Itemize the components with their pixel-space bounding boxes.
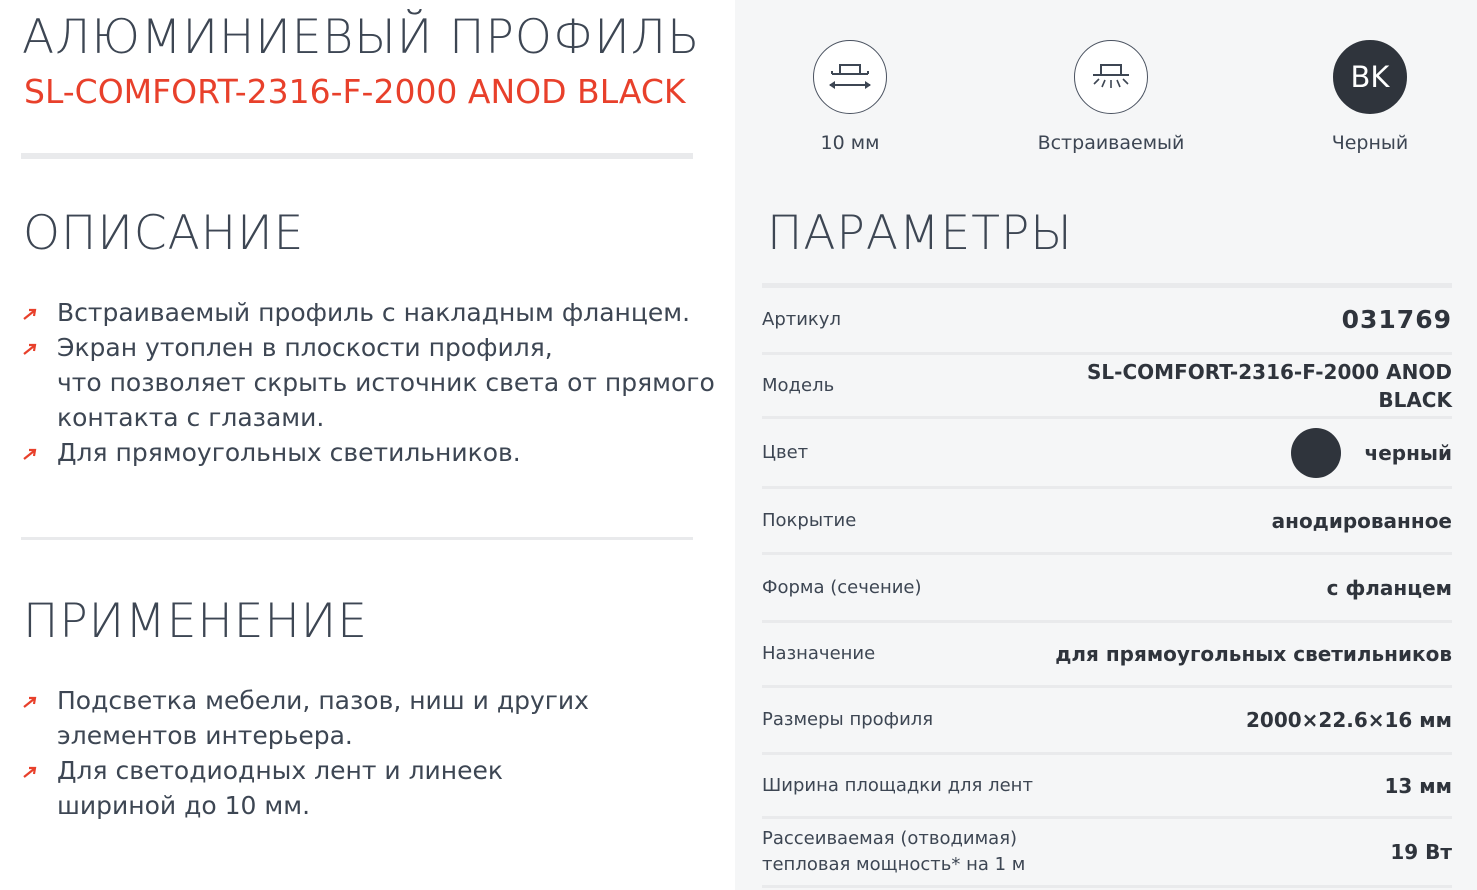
- application-item: Для светодиодных лент и линеек шириной д…: [22, 753, 589, 823]
- section-divider: [21, 537, 693, 540]
- param-row-strip-width: Ширина площадки для лент 13 мм: [762, 755, 1452, 819]
- param-label: Цвет: [762, 441, 809, 463]
- description-item: Для прямоугольных светильников.: [22, 435, 715, 470]
- param-value: 2000×22.6×16 мм: [1245, 708, 1452, 732]
- feature-color: BK Черный: [1270, 40, 1470, 154]
- param-label: Рассеиваемая (отводимая) тепловая мощнос…: [762, 826, 1025, 878]
- param-value: для прямоугольных светильников: [1055, 642, 1452, 666]
- param-row-heat-dissipation: Рассеиваемая (отводимая) тепловая мощнос…: [762, 819, 1452, 888]
- param-label: Назначение: [762, 643, 876, 664]
- feature-width-label: 10 мм: [820, 132, 880, 154]
- param-row-color: Цвет черный: [762, 419, 1452, 489]
- color-swatch: [1291, 427, 1342, 478]
- red-arrow-icon: [23, 343, 37, 355]
- red-arrow-icon: [23, 766, 37, 778]
- description-item: Встраиваемый профиль с накладным фланцем…: [22, 295, 715, 330]
- color-value: черный: [1291, 427, 1452, 478]
- param-label: Модель: [762, 374, 835, 396]
- param-row-purpose: Назначение для прямоугольных светильнико…: [762, 623, 1452, 688]
- param-label: Размеры профиля: [762, 709, 934, 730]
- product-model: SL-COMFORT-2316-F-2000 ANOD BLACK: [24, 72, 686, 111]
- param-value: 031769: [1341, 305, 1452, 334]
- parameters-table: Артикул 031769 Модель SL-COMFORT-2316-F-…: [762, 288, 1452, 888]
- application-list: Подсветка мебели, пазов, ниш и других эл…: [22, 683, 589, 823]
- product-info-panel: АЛЮМИНИЕВЫЙ ПРОФИЛЬ SL-COMFORT-2316-F-20…: [0, 0, 735, 890]
- description-heading: ОПИСАНИЕ: [23, 206, 305, 261]
- param-value: черный: [1364, 440, 1452, 465]
- param-value: с фланцем: [1326, 575, 1452, 600]
- profile-width-icon: [813, 40, 887, 114]
- red-arrow-icon: [23, 696, 37, 708]
- param-label: Ширина площадки для лент: [762, 774, 1033, 796]
- param-row-model: Модель SL-COMFORT-2316-F-2000 ANOD BLACK: [762, 355, 1452, 419]
- product-title: АЛЮМИНИЕВЫЙ ПРОФИЛЬ: [22, 10, 701, 65]
- description-list: Встраиваемый профиль с накладным фланцем…: [22, 295, 715, 470]
- recessed-mount-icon: [1074, 40, 1148, 114]
- param-row-dimensions: Размеры профиля 2000×22.6×16 мм: [762, 688, 1452, 755]
- application-line: Подсветка мебели, пазов, ниш и других: [57, 686, 589, 715]
- application-item: Подсветка мебели, пазов, ниш и других эл…: [22, 683, 589, 753]
- description-item: Экран утоплен в плоскости профиля, что п…: [22, 330, 715, 435]
- application-line: шириной до 10 мм.: [57, 791, 311, 820]
- red-arrow-icon: [23, 448, 37, 460]
- param-value: 13 мм: [1384, 773, 1453, 798]
- description-line: Встраиваемый профиль с накладным фланцем…: [57, 298, 691, 327]
- application-line: Для светодиодных лент и линеек: [57, 756, 503, 785]
- param-label-line: Рассеиваемая (отводимая): [762, 828, 1018, 849]
- param-value: анодированное: [1271, 508, 1452, 533]
- feature-mounting-label: Встраиваемый: [1037, 132, 1185, 154]
- description-line: что позволяет скрыть источник света от п…: [57, 368, 715, 397]
- parameters-panel: 10 мм Встраиваемый BK Черный ПАРАМЕТРЫ А…: [735, 0, 1477, 890]
- feature-mounting: Встраиваемый: [1011, 40, 1211, 154]
- red-arrow-icon: [23, 308, 37, 320]
- application-line: элементов интерьера.: [57, 721, 353, 750]
- param-value: 19 Вт: [1390, 840, 1452, 864]
- title-divider: [21, 153, 693, 159]
- param-row-shape: Форма (сечение) с фланцем: [762, 555, 1452, 623]
- color-code-badge: BK: [1333, 40, 1407, 114]
- param-label-line: тепловая мощность* на 1 м: [762, 854, 1026, 875]
- feature-width: 10 мм: [750, 40, 950, 154]
- param-row-finish: Покрытие анодированное: [762, 489, 1452, 555]
- param-row-article: Артикул 031769: [762, 288, 1452, 355]
- description-line: контакта с глазами.: [57, 403, 325, 432]
- description-line: Экран утоплен в плоскости профиля,: [57, 333, 553, 362]
- application-heading: ПРИМЕНЕНИЕ: [23, 594, 368, 649]
- description-line: Для прямоугольных светильников.: [57, 438, 521, 467]
- param-label: Форма (сечение): [762, 576, 922, 598]
- param-label: Покрытие: [762, 509, 857, 531]
- param-value: SL-COMFORT-2316-F-2000 ANOD BLACK: [1087, 359, 1452, 412]
- feature-color-label: Черный: [1331, 132, 1409, 154]
- param-label: Артикул: [762, 309, 841, 330]
- parameters-heading: ПАРАМЕТРЫ: [767, 206, 1073, 261]
